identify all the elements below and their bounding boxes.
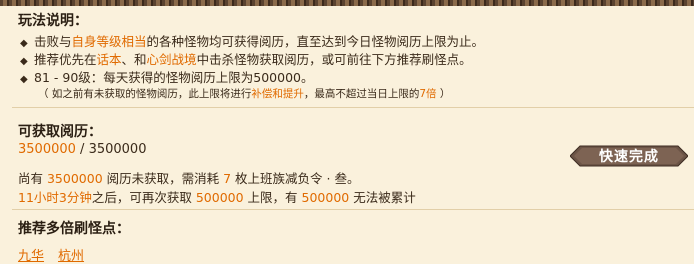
- diamond-bullet-icon: ◆: [20, 74, 28, 85]
- exp-max: 3500000: [88, 142, 147, 157]
- diamond-bullet-icon: ◆: [20, 56, 28, 67]
- divider: [12, 209, 694, 210]
- exp-info-line-1: 尚有 3500000 阅历未获取，需消耗 7 枚上班族减负令 · 叁。: [18, 171, 360, 186]
- diamond-bullet-icon: ◆: [20, 38, 28, 49]
- exp-info-line-2: 11小时3分钟之后，可再次获取 500000 上限，有 500000 无法被累计: [18, 190, 416, 205]
- rules-title: 玩法说明：: [18, 13, 88, 29]
- spots-title: 推荐多倍刷怪点：: [18, 221, 130, 237]
- rule-line-2: ◆ 推荐优先在话本、和心剑战境中击杀怪物获取阅历，或可前往下方推荐刷怪点。: [20, 52, 472, 67]
- rule-line-3: ◆ 81 - 90级：每天获得的怪物阅历上限为500000。: [20, 70, 314, 85]
- exp-title: 可获取阅历：: [18, 124, 102, 140]
- spots-links: 九华 杭州: [18, 245, 98, 264]
- spot-link-jiuhua[interactable]: 九华: [18, 249, 44, 264]
- rule-note: （ 如之前有未获取的怪物阅历，此上限将进行补偿和提升，最高不超过当日上限的7倍 …: [38, 88, 451, 100]
- spot-link-hangzhou[interactable]: 杭州: [58, 249, 84, 264]
- top-decoration: [0, 0, 694, 6]
- exp-current: 3500000: [18, 142, 76, 157]
- quick-complete-button[interactable]: 快速完成: [570, 142, 688, 170]
- rule-line-1: ◆ 击败与自身等级相当的各种怪物均可获得阅历，直至达到今日怪物阅历上限为止。: [20, 34, 485, 49]
- exp-progress: 3500000 / 3500000: [18, 142, 147, 157]
- divider: [12, 107, 694, 108]
